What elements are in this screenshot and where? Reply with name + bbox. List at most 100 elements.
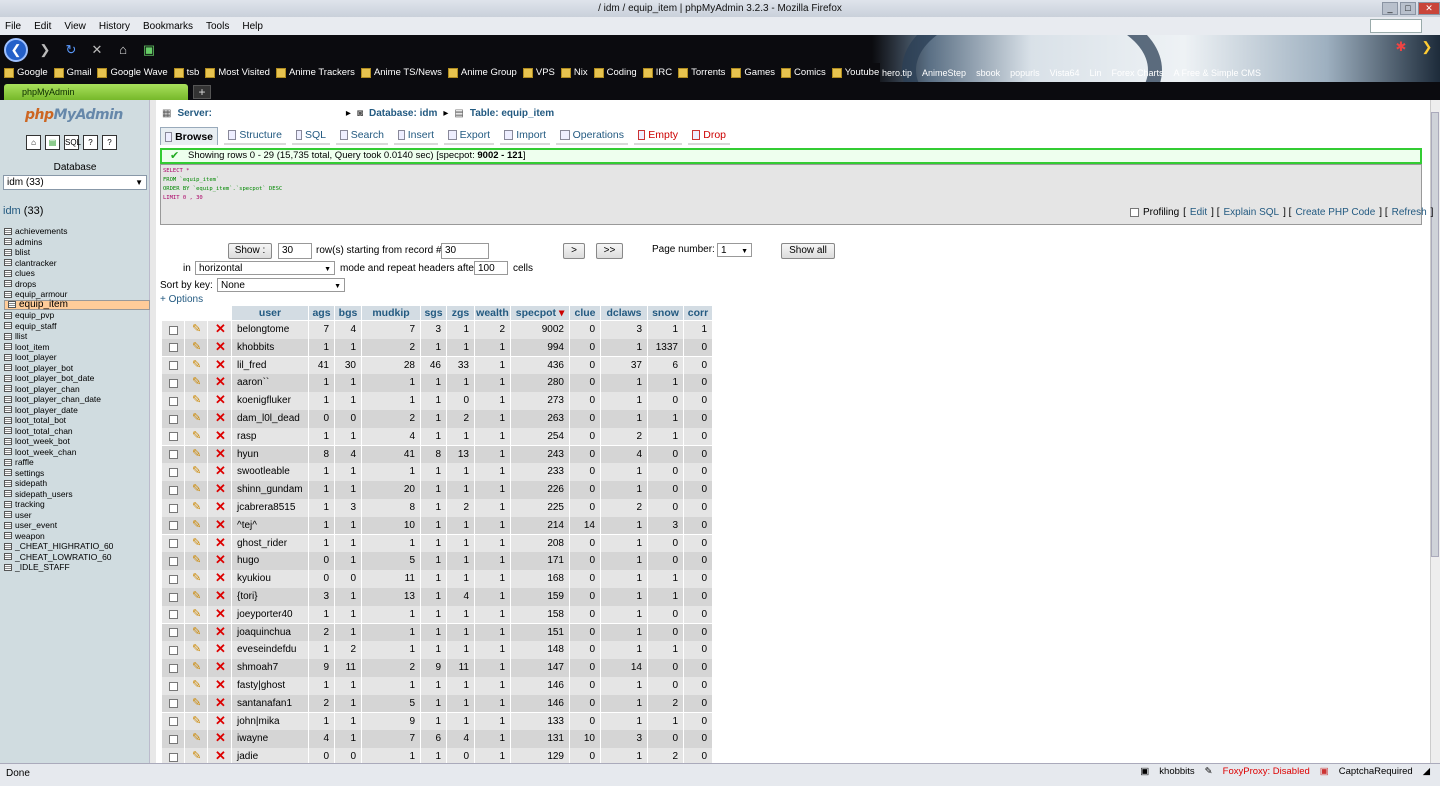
- bookmark-item[interactable]: IRC: [642, 67, 672, 78]
- bookmark-item[interactable]: Google Wave: [97, 67, 168, 78]
- row-checkbox[interactable]: [169, 628, 178, 638]
- bookmark-item[interactable]: VPS: [522, 67, 555, 78]
- table-icon[interactable]: [4, 437, 12, 445]
- column-header-user[interactable]: user: [232, 306, 308, 320]
- table-list-item[interactable]: llist: [4, 331, 150, 342]
- column-header-snow[interactable]: snow: [648, 306, 683, 320]
- row-checkbox[interactable]: [169, 592, 178, 602]
- row-checkbox[interactable]: [169, 325, 178, 335]
- table-list-item[interactable]: _CHEAT_HIGHRATIO_60: [4, 541, 150, 552]
- pencil-icon[interactable]: ✎: [192, 481, 201, 499]
- forward-icon[interactable]: ❯: [36, 41, 54, 59]
- status-user[interactable]: khobbits: [1159, 765, 1194, 779]
- sort-by-select[interactable]: None ▼: [217, 278, 345, 292]
- table-list-item[interactable]: equip_staff: [4, 321, 150, 332]
- back-icon[interactable]: ❮: [4, 38, 28, 62]
- row-checkbox[interactable]: [169, 645, 178, 655]
- table-icon[interactable]: [4, 238, 12, 246]
- refresh-link[interactable]: Refresh: [1392, 207, 1427, 218]
- tab-drop[interactable]: Drop: [688, 127, 730, 145]
- table-icon[interactable]: [4, 500, 12, 508]
- pencil-icon[interactable]: ✎: [192, 357, 201, 375]
- mysql-docs-icon[interactable]: ?: [102, 135, 117, 150]
- bookmark-item[interactable]: Anime Group: [447, 67, 517, 78]
- table-list-item[interactable]: achievements: [4, 226, 150, 237]
- table-icon[interactable]: [4, 248, 12, 256]
- column-header-wealth[interactable]: wealth: [475, 306, 510, 320]
- table-icon[interactable]: [4, 290, 12, 298]
- pencil-icon[interactable]: ✎: [192, 446, 201, 464]
- column-header-clue[interactable]: clue: [570, 306, 600, 320]
- breadcrumb-server[interactable]: Server:: [177, 108, 211, 119]
- menu-item-file[interactable]: File: [5, 21, 21, 32]
- row-checkbox[interactable]: [169, 343, 178, 353]
- tab-sql[interactable]: SQL: [292, 127, 330, 145]
- pencil-icon[interactable]: ✎: [192, 463, 201, 481]
- delete-icon[interactable]: ✕: [215, 694, 226, 712]
- bookmark-item[interactable]: Anime TS/News: [360, 67, 442, 78]
- tab-import[interactable]: Import: [500, 127, 550, 145]
- table-list-item[interactable]: raffle: [4, 457, 150, 468]
- table-list-item[interactable]: loot_player: [4, 352, 150, 363]
- delete-icon[interactable]: ✕: [215, 409, 226, 427]
- docs-icon[interactable]: ?: [83, 135, 98, 150]
- column-header-mudkip[interactable]: mudkip: [362, 306, 420, 320]
- table-list-item[interactable]: equip_pvp: [4, 310, 150, 321]
- bookmark-item[interactable]: Coding: [593, 67, 637, 78]
- resize-grip-icon[interactable]: ◢: [1423, 765, 1430, 779]
- row-checkbox[interactable]: [169, 681, 178, 691]
- table-list-item[interactable]: clues: [4, 268, 150, 279]
- tab-operations[interactable]: Operations: [556, 127, 628, 145]
- delete-icon[interactable]: ✕: [215, 605, 226, 623]
- pencil-icon[interactable]: ✎: [192, 588, 201, 606]
- table-list-item[interactable]: loot_item: [4, 342, 150, 353]
- pencil-icon[interactable]: ✎: [192, 695, 201, 713]
- row-checkbox[interactable]: [169, 467, 178, 477]
- table-icon[interactable]: [4, 469, 12, 477]
- delete-icon[interactable]: ✕: [215, 498, 226, 516]
- delete-icon[interactable]: ✕: [215, 729, 226, 747]
- row-checkbox[interactable]: [169, 432, 178, 442]
- table-icon[interactable]: [4, 427, 12, 435]
- table-list-item[interactable]: settings: [4, 468, 150, 479]
- table-list-item[interactable]: sidepath: [4, 478, 150, 489]
- pencil-icon[interactable]: ✎: [192, 713, 201, 731]
- options-link[interactable]: + Options: [160, 294, 203, 305]
- row-checkbox[interactable]: [169, 663, 178, 673]
- maximize-button[interactable]: □: [1400, 2, 1416, 15]
- delete-icon[interactable]: ✕: [215, 338, 226, 356]
- table-icon[interactable]: [4, 353, 12, 361]
- table-icon[interactable]: [4, 385, 12, 393]
- pencil-icon[interactable]: ✎: [192, 392, 201, 410]
- bookmark-item[interactable]: sbook: [976, 68, 1000, 78]
- bookmark-item[interactable]: popurls: [1010, 68, 1040, 78]
- pencil-icon[interactable]: ✎: [192, 677, 201, 695]
- delete-icon[interactable]: ✕: [215, 320, 226, 338]
- pencil-icon[interactable]: ✎: [192, 374, 201, 392]
- close-button[interactable]: ✕: [1418, 2, 1440, 15]
- table-list-item[interactable]: loot_player_chan_date: [4, 394, 150, 405]
- rows-input[interactable]: 30: [278, 243, 312, 259]
- table-list-item[interactable]: tracking: [4, 499, 150, 510]
- table-list-item[interactable]: _IDLE_STAFF: [4, 562, 150, 573]
- table-icon[interactable]: [4, 458, 12, 466]
- delete-icon[interactable]: ✕: [215, 480, 226, 498]
- column-header-sgs[interactable]: sgs: [421, 306, 446, 320]
- table-list-item[interactable]: user_event: [4, 520, 150, 531]
- table-icon[interactable]: [4, 416, 12, 424]
- tab-structure[interactable]: Structure: [224, 127, 286, 145]
- row-checkbox[interactable]: [169, 485, 178, 495]
- reload-icon[interactable]: ↻: [62, 41, 80, 59]
- database-name[interactable]: idm (33): [3, 205, 43, 217]
- table-icon[interactable]: [4, 542, 12, 550]
- menu-item-edit[interactable]: Edit: [34, 21, 51, 32]
- scrollbar-thumb[interactable]: [1431, 112, 1439, 557]
- menu-item-history[interactable]: History: [99, 21, 130, 32]
- delete-icon[interactable]: ✕: [215, 640, 226, 658]
- delete-icon[interactable]: ✕: [215, 373, 226, 391]
- delete-icon[interactable]: ✕: [215, 516, 226, 534]
- table-icon[interactable]: [4, 532, 12, 540]
- sql-query-icon[interactable]: SQL: [64, 135, 81, 150]
- row-checkbox[interactable]: [169, 450, 178, 460]
- start-record-input[interactable]: 30: [441, 243, 489, 259]
